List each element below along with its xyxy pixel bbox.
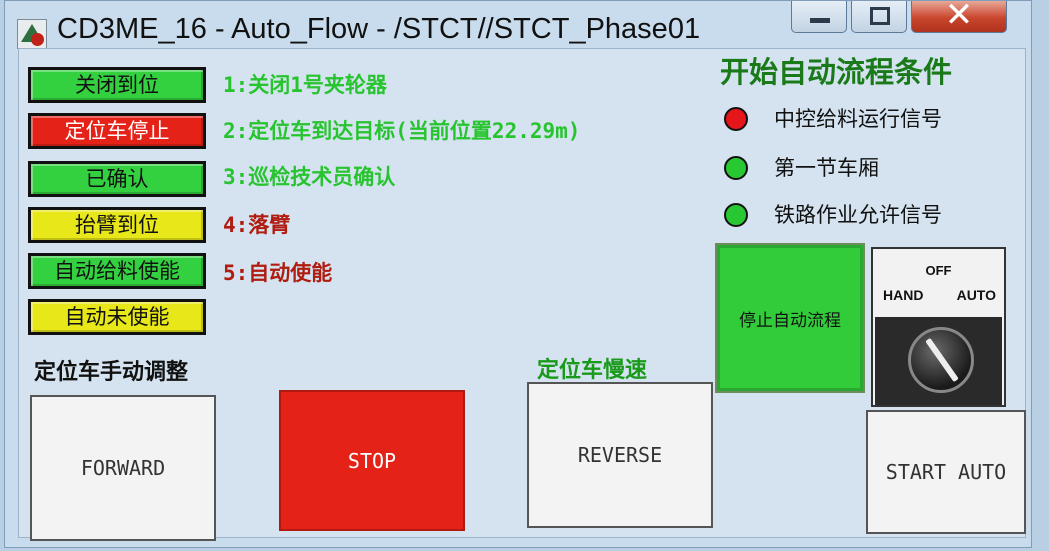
step-2-text: 2:定位车到达目标(当前位置22.29m) xyxy=(223,119,581,143)
window-title: CD3ME_16 - Auto_Flow - /STCT//STCT_Phase… xyxy=(57,13,701,45)
green-lamp-icon xyxy=(724,156,748,180)
stop-button[interactable]: STOP xyxy=(279,390,465,531)
start-auto-button[interactable]: START AUTO xyxy=(866,410,1026,534)
close-button[interactable]: ✕ xyxy=(911,0,1007,35)
selector-auto-label: AUTO xyxy=(956,287,996,303)
maximize-icon xyxy=(870,7,890,25)
hand-auto-selector[interactable]: OFF HAND AUTO xyxy=(871,247,1006,407)
manual-adjust-title: 定位车手动调整 xyxy=(34,360,189,385)
green-lamp-icon xyxy=(724,203,748,227)
minimize-button[interactable] xyxy=(791,1,847,33)
status-locator-stopped[interactable]: 定位车停止 xyxy=(28,113,206,149)
forward-button[interactable]: FORWARD xyxy=(30,395,216,541)
status-confirmed[interactable]: 已确认 xyxy=(28,161,206,197)
title-bar: CD3ME_16 - Auto_Flow - /STCT//STCT_Phase… xyxy=(5,0,1031,53)
close-icon: ✕ xyxy=(944,0,974,35)
status-auto-not-enabled[interactable]: 自动未使能 xyxy=(28,299,206,335)
reverse-button[interactable]: REVERSE xyxy=(527,382,713,528)
condition-label: 铁路作业允许信号 xyxy=(774,203,942,227)
step-3-text: 3:巡检技术员确认 xyxy=(223,165,396,189)
step-5-text: 5:自动使能 xyxy=(223,261,333,285)
condition-label: 中控给料运行信号 xyxy=(774,107,942,131)
status-clamp-closed[interactable]: 关闭到位 xyxy=(28,67,206,103)
start-conditions-panel: 开始自动流程条件 中控给料运行信号 第一节车厢 铁路作业允许信号 xyxy=(716,49,1027,244)
step-4-text: 4:落臂 xyxy=(223,213,291,237)
minimize-icon xyxy=(810,18,830,23)
red-lamp-icon xyxy=(724,107,748,131)
step-1-text: 1:关闭1号夹轮器 xyxy=(223,73,387,97)
status-auto-feed-enabled[interactable]: 自动给料使能 xyxy=(28,253,206,289)
status-arm-raised[interactable]: 抬臂到位 xyxy=(28,207,206,243)
selector-hand-label: HAND xyxy=(883,287,924,303)
main-panel: 关闭到位 定位车停止 已确认 抬臂到位 自动给料使能 自动未使能 1:关闭1号夹… xyxy=(18,48,1027,541)
stop-auto-flow-button[interactable]: 停止自动流程 xyxy=(715,243,865,393)
selector-off-label: OFF xyxy=(925,263,952,278)
slow-speed-title: 定位车慢速 xyxy=(537,358,648,383)
app-icon xyxy=(17,19,47,49)
maximize-button[interactable] xyxy=(851,1,907,33)
app-window: CD3ME_16 - Auto_Flow - /STCT//STCT_Phase… xyxy=(4,0,1032,548)
condition-label: 第一节车厢 xyxy=(774,156,879,180)
conditions-title: 开始自动流程条件 xyxy=(720,55,953,89)
selector-knob-icon[interactable] xyxy=(908,327,974,393)
